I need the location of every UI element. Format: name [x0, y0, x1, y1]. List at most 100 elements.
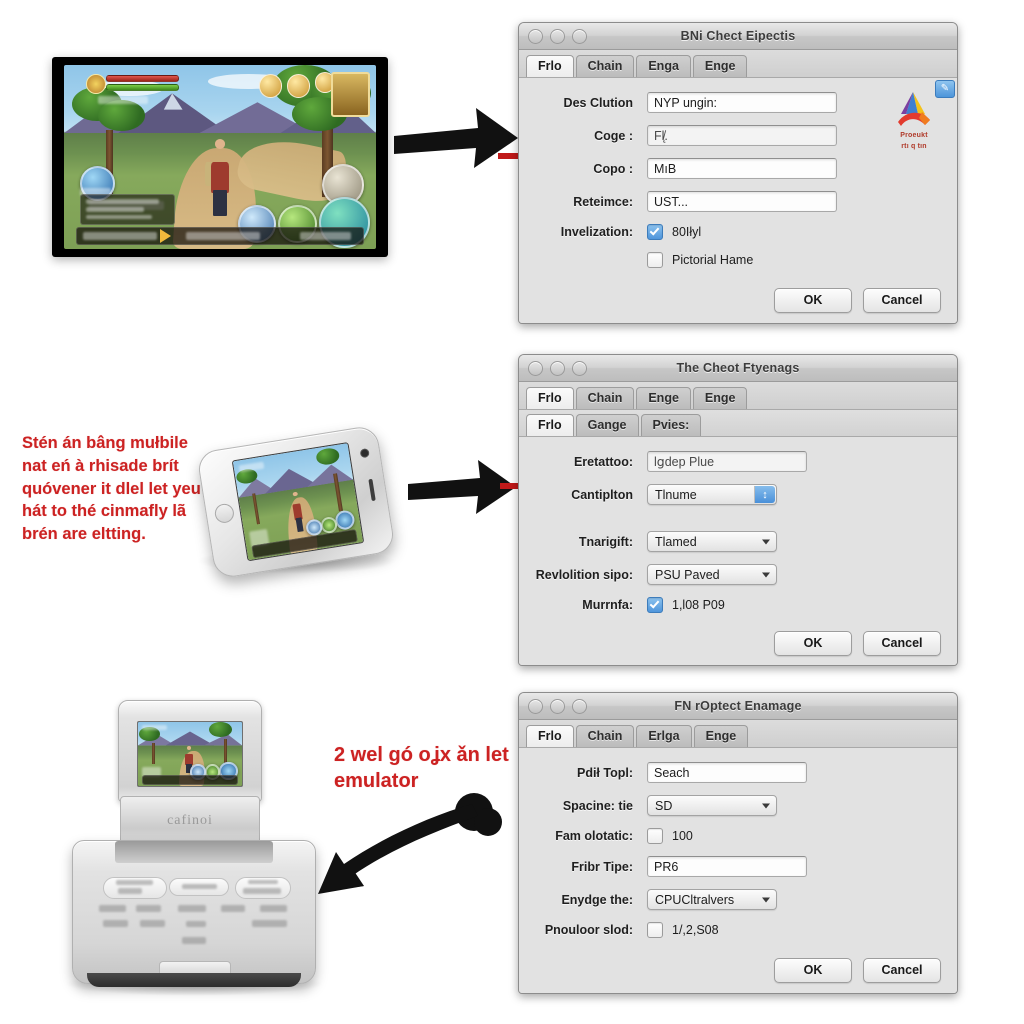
edit-icon[interactable]: ✎: [935, 80, 955, 98]
dialog2-button-row: OK Cancel: [774, 631, 941, 656]
tab-frlo[interactable]: Frlo: [526, 387, 574, 409]
zoom-button[interactable]: [572, 361, 587, 376]
zoom-button[interactable]: [572, 29, 587, 44]
input-pdi-topl[interactable]: Seach: [647, 762, 807, 783]
console-brand-label: cafinoi: [167, 813, 213, 828]
tab-enge[interactable]: Enge: [693, 725, 749, 747]
checkbox-murrnfa[interactable]: [647, 597, 663, 613]
label-murrnfa: Murrnfa:: [582, 598, 633, 612]
checkbox-invelization[interactable]: [647, 224, 663, 240]
input-des-clution[interactable]: NYP ungin:: [647, 92, 837, 113]
checkbox-label-fam-olotatic: 100: [672, 829, 693, 843]
field-row-spacine: Spacine: tie SD: [535, 795, 941, 816]
input-eretattoo[interactable]: lցdep Plue: [647, 451, 807, 472]
tab-enge[interactable]: Enge: [692, 55, 748, 77]
console-dock-slot: [115, 841, 273, 863]
window-controls[interactable]: [528, 29, 587, 44]
game-scene: [64, 65, 376, 249]
dialog3-titlebar[interactable]: FN rOptect Enamage: [519, 693, 957, 720]
tab-enga[interactable]: Enga: [636, 55, 691, 77]
flow-arrow-curved-left: [318, 793, 502, 894]
label-fribr-tipe: Fribr Tipe:: [571, 859, 633, 874]
cancel-button[interactable]: Cancel: [863, 958, 941, 983]
combo-cantiplton[interactable]: Tlnume ↕: [647, 484, 777, 505]
subtab-frlo[interactable]: Frlo: [526, 414, 574, 436]
tab-frlo[interactable]: Frlo: [526, 55, 574, 77]
field-row-invelization: Invelization: 80Iłyl: [535, 224, 941, 240]
tab-enge-1[interactable]: Enge: [636, 387, 691, 409]
ok-button[interactable]: OK: [774, 631, 852, 656]
minimize-button[interactable]: [550, 361, 565, 376]
dialog1-tabbar[interactable]: Frlo Chain Enga Enge: [519, 50, 957, 78]
combo-tnarigift[interactable]: Tlamed: [647, 531, 777, 552]
label-coge: Coge :: [594, 128, 633, 143]
checkbox-pnouloor-slod[interactable]: [647, 922, 663, 938]
ok-button[interactable]: OK: [774, 288, 852, 313]
combo-spacine[interactable]: SD: [647, 795, 777, 816]
chevron-updown-icon: ↕: [754, 486, 775, 503]
console-keypad[interactable]: [91, 875, 297, 953]
minimize-button[interactable]: [550, 29, 565, 44]
hud-chat-box[interactable]: [79, 193, 176, 226]
field-row-pdi-topl: Pdił Topl: Seach: [535, 762, 941, 783]
minimize-button[interactable]: [550, 699, 565, 714]
handheld-console-device: cafinoi: [72, 700, 316, 992]
checkbox-pictorial-hame[interactable]: [647, 252, 663, 268]
dialog3-tabbar[interactable]: Frlo Chain Erlga Enge: [519, 720, 957, 748]
chevron-down-icon: [762, 572, 770, 577]
field-row-murrnfa: Murrnfa: 1,l08 P09: [535, 597, 941, 613]
combo-enydge-the[interactable]: CPUCltralvers: [647, 889, 777, 910]
dialog-window-2[interactable]: The Cheot Ftyenags Frlo Chain Enge Enge …: [518, 354, 958, 666]
subtab-gange[interactable]: Gange: [575, 414, 639, 436]
zoom-button[interactable]: [572, 699, 587, 714]
window-controls[interactable]: [528, 361, 587, 376]
poster-canvas: BNi Chect Eipectis Frlo Chain Enga Enge: [0, 0, 1024, 1024]
field-row-pictorial-hame: Pictorial Hame: [535, 252, 941, 268]
field-row-fribr-tipe: Fribr Tipe: PR6: [535, 856, 941, 877]
input-copo[interactable]: MıB: [647, 158, 837, 179]
tab-chain[interactable]: Chain: [575, 725, 635, 747]
dialog-window-1[interactable]: BNi Chect Eipectis Frlo Chain Enga Enge: [518, 22, 958, 324]
tab-enge-2[interactable]: Enge: [692, 387, 748, 409]
field-row-enydge-the: Enydge the: CPUCltralvers: [535, 889, 941, 910]
input-reteimce[interactable]: UST...: [647, 191, 837, 212]
console-base: [72, 840, 316, 987]
tab-chain[interactable]: Chain: [575, 387, 635, 409]
close-button[interactable]: [528, 699, 543, 714]
field-row-copo: Copo : MıB: [535, 158, 941, 179]
checkbox-label-invelization: 80Iłyl: [672, 225, 702, 239]
dialog2-body: Eretattoo: lցdep Plue Cantiplton Tlnume …: [519, 437, 957, 665]
player-health-hud: [85, 74, 180, 94]
dialog2-titlebar[interactable]: The Cheot Ftyenags: [519, 355, 957, 382]
label-reteimce: Reteimce:: [573, 194, 633, 209]
field-row-tnarigift: Tnarigift: Tlamed: [535, 531, 941, 552]
cancel-button[interactable]: Cancel: [863, 288, 941, 313]
tab-chain[interactable]: Chain: [575, 55, 635, 77]
ok-button[interactable]: OK: [774, 958, 852, 983]
label-invelization: Invelization:: [560, 225, 633, 239]
annotation-middle: Stén án bâng mułbile nat eń à rhisade br…: [22, 434, 201, 544]
input-fribr-tipe[interactable]: PR6: [647, 856, 807, 877]
input-coge[interactable]: Fl̸̨.: [647, 125, 837, 146]
dialog1-body: Proeukt rtı q tın Des Clution NYP ungin:…: [519, 78, 957, 323]
dialog1-titlebar[interactable]: BNi Chect Eipectis: [519, 23, 957, 50]
combo-cantiplton-value: Tlnume: [655, 488, 697, 502]
combo-revlolition-sipo[interactable]: PSU Paved: [647, 564, 777, 585]
tab-frlo[interactable]: Frlo: [526, 725, 574, 747]
cancel-button[interactable]: Cancel: [863, 631, 941, 656]
dialog2-tabbar[interactable]: Frlo Chain Enge Enge: [519, 382, 957, 410]
window-controls[interactable]: [528, 699, 587, 714]
checkbox-fam-olotatic[interactable]: [647, 828, 663, 844]
close-button[interactable]: [528, 29, 543, 44]
hud-quest-portrait[interactable]: [331, 72, 370, 117]
close-button[interactable]: [528, 361, 543, 376]
dialog-window-3[interactable]: FN rOptect Enamage Frlo Chain Erlga Enge…: [518, 692, 958, 994]
logo-caption-line1: Proeukt: [900, 132, 928, 139]
checkbox-label-pictorial-hame: Pictorial Hame: [672, 253, 754, 267]
chevron-down-icon: [762, 803, 770, 808]
label-revlolition-sipo: Revlolition sipo:: [535, 567, 633, 582]
dialog2-subtabbar[interactable]: Frlo Gange Pvies:: [519, 410, 957, 437]
subtab-pvies[interactable]: Pvies:: [640, 414, 702, 436]
hud-bottom-bar: [76, 226, 364, 246]
tab-erlga[interactable]: Erlga: [636, 725, 692, 747]
